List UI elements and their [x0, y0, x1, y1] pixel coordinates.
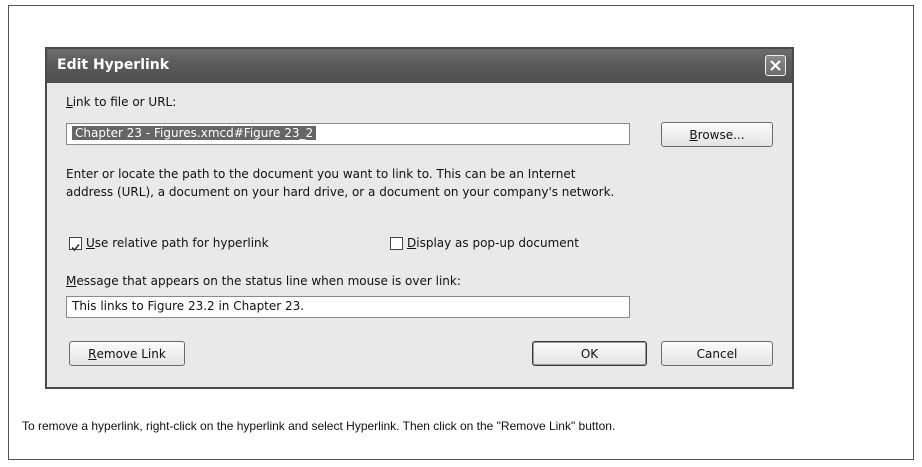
ok-button[interactable]: OK: [532, 341, 647, 366]
popup-document-checkbox[interactable]: [390, 237, 403, 250]
dialog-title: Edit Hyperlink: [57, 57, 170, 73]
close-button[interactable]: [765, 55, 786, 76]
browse-button[interactable]: Browse...: [661, 122, 773, 147]
checkmark-icon: [71, 243, 80, 252]
relative-path-label[interactable]: Use relative path for hyperlink: [86, 236, 269, 250]
title-bar[interactable]: Edit Hyperlink: [47, 49, 792, 83]
help-text: Enter or locate the path to the document…: [66, 167, 615, 199]
remove-link-button[interactable]: Remove Link: [69, 341, 185, 366]
status-message-label: Message that appears on the status line …: [66, 274, 461, 288]
relative-path-checkbox[interactable]: [69, 237, 82, 252]
figure-caption: To remove a hyperlink, right-click on th…: [22, 419, 616, 433]
status-message-value: This links to Figure 23.2 in Chapter 23.: [72, 299, 305, 313]
popup-document-label[interactable]: Display as pop-up document: [407, 236, 579, 250]
edit-hyperlink-dialog: Edit Hyperlink Link to file or URL: Chap…: [45, 47, 794, 389]
link-url-value: Chapter 23 - Figures.xmcd#Figure 23_2: [72, 126, 317, 140]
status-message-input[interactable]: This links to Figure 23.2 in Chapter 23.: [66, 296, 630, 318]
link-url-input[interactable]: Chapter 23 - Figures.xmcd#Figure 23_2: [66, 123, 630, 145]
cancel-button[interactable]: Cancel: [661, 341, 773, 366]
close-icon: [770, 60, 781, 71]
link-field-label: Link to file or URL:: [66, 95, 177, 109]
